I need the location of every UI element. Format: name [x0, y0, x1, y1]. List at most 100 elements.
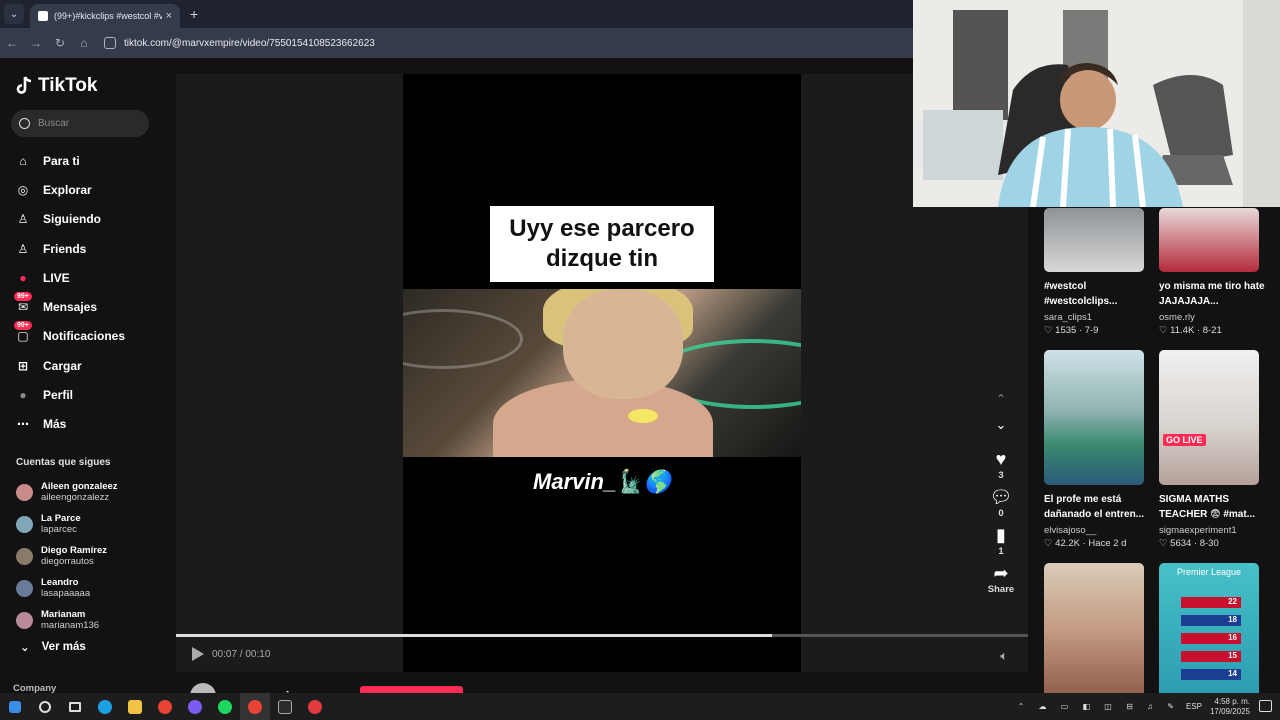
obs-icon — [308, 699, 322, 714]
rec-title[interactable]: yo misma me tiro hate JAJAJAJA... — [1159, 279, 1267, 309]
following-item[interactable]: Diego Ramírez diegorrautos — [16, 540, 156, 572]
rec-thumbnail[interactable]: Premier League 22 18 16 15 14 — [1159, 563, 1259, 693]
rec-title[interactable]: El profe me está dañanado el entren... — [1044, 492, 1152, 522]
caption-line-1: Uyy ese parcero — [509, 215, 695, 242]
edge-app[interactable] — [90, 693, 120, 720]
nav-item-perfil[interactable]: ● Perfil — [14, 380, 154, 409]
following-item[interactable]: Marianam marianam136 — [16, 604, 156, 636]
rec-card[interactable] — [1044, 563, 1154, 693]
rec-thumbnail[interactable] — [1044, 563, 1144, 693]
rec-card[interactable]: yo misma me tiro hate JAJAJAJA... osme.r… — [1159, 208, 1269, 336]
obs-app[interactable] — [300, 693, 330, 720]
rec-thumbnail[interactable] — [1044, 208, 1144, 272]
comment-button[interactable]: 💬︎ 0 — [985, 486, 1017, 520]
see-more-button[interactable]: ⌄ Ver más — [20, 640, 86, 654]
rec-author[interactable]: elvisajoso__ — [1044, 525, 1154, 536]
clock-time: 4:58 p. m. — [1214, 696, 1250, 706]
following-item[interactable]: Aileen gonzaleez aileengonzalezz — [16, 476, 156, 508]
avatar[interactable] — [16, 579, 33, 597]
tiktok-logo[interactable]: TikTok — [16, 75, 97, 97]
language-indicator[interactable]: ESP — [1186, 702, 1202, 711]
video-author[interactable]: marvxempire — [190, 683, 301, 693]
rec-thumbnail[interactable] — [1159, 208, 1259, 272]
live-badge: GO LIVE — [1163, 434, 1206, 446]
rec-thumbnail[interactable]: GO LIVE — [1159, 350, 1259, 485]
next-video-button[interactable]: ⌄ — [985, 414, 1017, 436]
close-tab-icon[interactable]: × — [166, 10, 172, 22]
tray-icons[interactable]: ⌃ ☁ ▭ ◧ ◫ ⊟ ♫ ✎ — [1018, 702, 1180, 711]
follow-button[interactable] — [360, 686, 463, 693]
video-player[interactable]: Uyy ese parcero dizque tin Marvin_🗽🌎 00:… — [176, 74, 1028, 672]
rec-title[interactable]: #westcol #westcolclips... — [1044, 279, 1152, 309]
rec-author[interactable]: sigmaexperiment1 — [1159, 525, 1269, 536]
rec-card[interactable]: El profe me está dañanado el entren... e… — [1044, 350, 1154, 549]
previous-video-button[interactable]: ⌃ — [985, 388, 1017, 410]
rec-stats: ♡ 1535 · 7-9 — [1044, 325, 1099, 336]
file-explorer-app[interactable] — [120, 693, 150, 720]
forward-icon[interactable]: → — [24, 36, 48, 50]
tiktok-favicon-icon — [38, 11, 48, 21]
video-frame[interactable]: Uyy ese parcero dizque tin Marvin_🗽🌎 — [403, 74, 801, 672]
following-item[interactable]: Leandro lasapaaaaa — [16, 572, 156, 604]
avatar[interactable] — [16, 483, 33, 501]
following-handle: lasapaaaaa — [41, 588, 91, 599]
system-clock[interactable]: 4:58 p. m. 17/09/2025 — [1210, 697, 1250, 717]
taskbar-search-button[interactable] — [30, 693, 60, 720]
nav-item-notificaciones[interactable]: ▢ 99+ Notificaciones — [14, 321, 154, 351]
nav-item-siguiendo[interactable]: ♙ Siguiendo — [14, 205, 154, 234]
avatar[interactable] — [16, 611, 33, 629]
rec-card[interactable]: #westcol #westcolclips... sara_clips1 ♡ … — [1044, 208, 1154, 336]
chrome-app-active[interactable] — [240, 693, 270, 720]
nav-item-más[interactable]: ⋯ Más — [14, 410, 154, 439]
avatar[interactable] — [16, 515, 33, 533]
nav-item-label: Notificaciones — [43, 329, 126, 344]
share-button[interactable]: ➦ Share — [985, 562, 1017, 596]
save-button[interactable]: ▮ 1 — [985, 524, 1017, 558]
nav-item-friends[interactable]: ♙ Friends — [14, 234, 154, 263]
following-section-title: Cuentas que sigues — [16, 457, 111, 468]
avatar[interactable] — [16, 547, 33, 565]
rec-title[interactable]: SIGMA MATHS TEACHER 😨 #mat... — [1159, 492, 1267, 522]
new-tab-button[interactable]: + — [190, 6, 198, 22]
table-row: 15 — [1181, 651, 1241, 662]
friends-icon: ♙ — [17, 241, 29, 256]
tiktok-note-icon — [16, 76, 32, 94]
like-button[interactable]: ♥ 3 — [985, 448, 1017, 482]
site-info-icon[interactable] — [104, 37, 116, 49]
author-avatar[interactable] — [190, 683, 216, 693]
nav-item-para-ti[interactable]: ⌂ Para ti — [14, 146, 154, 175]
chrome-app[interactable] — [150, 693, 180, 720]
nav-item-mensajes[interactable]: ✉ 99+ Mensajes — [14, 292, 154, 321]
nav-item-explorar[interactable]: ◎ Explorar — [14, 175, 154, 204]
nav-item-cargar[interactable]: ⊞ Cargar — [14, 351, 154, 380]
search-input[interactable]: Buscar — [11, 110, 149, 137]
tab-search-button[interactable]: ⌄ — [4, 4, 24, 24]
rec-thumbnail[interactable] — [1044, 350, 1144, 485]
video-watermark: Marvin_🗽🌎 — [533, 469, 671, 494]
browser-tab[interactable]: (99+)#kickclips #westcol #viral × — [30, 4, 180, 28]
back-icon[interactable]: ← — [0, 36, 24, 50]
following-name: Marianam — [41, 609, 86, 620]
address-bar[interactable]: tiktok.com/@marvxempire/video/7550154108… — [104, 37, 375, 49]
notifications-icon[interactable] — [1259, 700, 1272, 712]
discord-app[interactable] — [180, 693, 210, 720]
play-icon[interactable] — [192, 647, 204, 661]
nav-item-live[interactable]: ● LIVE — [14, 263, 154, 292]
task-view-button[interactable] — [60, 693, 90, 720]
main-nav: ⌂ Para ti ◎ Explorar ♙ Siguiendo ♙ Friends ● LIVE… — [14, 146, 154, 439]
home-button-icon[interactable]: ⌂ — [72, 36, 96, 50]
rec-author[interactable]: osme.rly — [1159, 312, 1269, 323]
volume-icon[interactable]: 🔈︎ — [1000, 648, 1008, 664]
spotify-app[interactable] — [210, 693, 240, 720]
app-window[interactable] — [270, 693, 300, 720]
rec-author[interactable]: sara_clips1 — [1044, 312, 1154, 323]
progress-bar[interactable] — [176, 634, 1028, 637]
start-button[interactable] — [0, 693, 30, 720]
following-item[interactable]: La Parce laparcec — [16, 508, 156, 540]
rec-card[interactable]: Premier League 22 18 16 15 14 — [1159, 563, 1269, 693]
company-link[interactable]: Company — [13, 683, 56, 693]
following-name: Leandro — [41, 577, 79, 588]
reload-icon[interactable]: ↻ — [48, 36, 72, 50]
nav-item-label: Para ti — [43, 153, 80, 168]
rec-card[interactable]: GO LIVE SIGMA MATHS TEACHER 😨 #mat... si… — [1159, 350, 1269, 549]
